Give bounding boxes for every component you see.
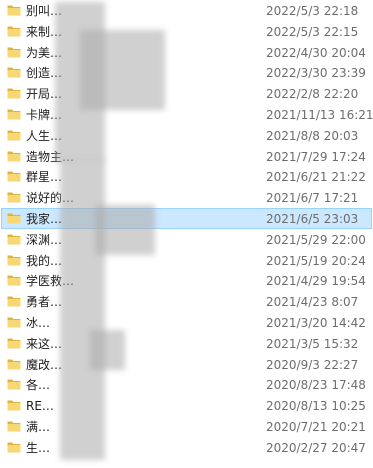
folder-icon (7, 212, 21, 224)
folder-icon (7, 274, 21, 286)
folder-icon (7, 378, 21, 390)
folder-icon (7, 108, 21, 120)
date-modified: 2021/3/20 14:42 (266, 315, 366, 330)
date-modified: 2020/9/3 22:27 (266, 357, 359, 372)
folder-name: 学医救… (26, 274, 75, 289)
folder-name: 造物主… (26, 149, 75, 164)
folder-name: 各… (26, 378, 51, 393)
folder-name: 冰… (26, 315, 51, 330)
folder-name: 别叫… (26, 4, 63, 18)
folder-icon (7, 295, 21, 307)
date-modified: 2021/5/29 22:00 (266, 232, 366, 247)
folder-row[interactable]: 我家… 2021/6/5 23:03 (1, 207, 372, 229)
folder-row[interactable]: 满… 2020/7/21 20:21 (1, 416, 372, 437)
folder-icon (7, 4, 21, 16)
folder-row[interactable]: 学医救… 2021/4/29 19:54 (1, 270, 372, 291)
date-modified: 2021/4/29 19:54 (266, 274, 366, 289)
date-modified: 2021/6/21 21:22 (266, 170, 366, 185)
folder-row[interactable]: 别叫… 2022/5/3 22:18 (1, 0, 372, 21)
folder-name: 开局… (26, 87, 63, 102)
folder-row[interactable]: RE… 2020/8/13 10:25 (1, 395, 372, 416)
folder-icon (7, 129, 21, 141)
folder-icon (7, 170, 21, 182)
folder-icon (7, 233, 21, 245)
folder-row[interactable]: 各… 2020/8/23 17:48 (1, 374, 372, 395)
date-modified: 2021/4/23 8:07 (266, 295, 359, 310)
folder-name: RE… (26, 399, 54, 414)
folder-name: 我家… (26, 211, 63, 226)
folder-name: 深渊… (26, 232, 63, 247)
folder-name: 说好的… (26, 191, 75, 206)
date-modified: 2022/3/30 23:39 (266, 66, 366, 81)
folder-row[interactable]: 冰… 2021/3/20 14:42 (1, 312, 372, 333)
date-modified: 2020/8/13 10:25 (266, 399, 366, 414)
folder-name: 生… (26, 440, 51, 455)
folder-row[interactable]: 生… 2020/2/27 20:47 (1, 437, 372, 458)
folder-row[interactable]: 开局… 2022/2/8 22:20 (1, 83, 372, 104)
folder-icon (7, 150, 21, 162)
folder-row[interactable]: 为美… 2022/4/30 20:04 (1, 42, 372, 63)
date-modified: 2022/5/3 22:15 (266, 24, 359, 39)
folder-icon (7, 191, 21, 203)
folder-icon (7, 358, 21, 370)
folder-name: 卡牌… (26, 107, 63, 122)
folder-name: 满… (26, 419, 51, 434)
folder-row[interactable]: 来制… 2022/5/3 22:15 (1, 21, 372, 42)
folder-row[interactable]: 魔改… 2020/9/3 22:27 (1, 354, 372, 375)
date-modified: 2021/5/19 20:24 (266, 253, 366, 268)
folder-icon (7, 66, 21, 78)
folder-row[interactable]: 来这… 2021/3/5 15:32 (1, 333, 372, 354)
folder-name: 人生… (26, 128, 63, 143)
date-modified: 2020/2/27 20:47 (266, 440, 366, 455)
folder-icon (7, 337, 21, 349)
folder-icon (7, 441, 21, 453)
folder-name: 魔改… (26, 357, 63, 372)
folder-row[interactable]: 造物主… 2021/7/29 17:24 (1, 146, 372, 167)
folder-row[interactable]: 卡牌… 2021/11/13 16:21 (1, 104, 373, 125)
date-modified: 2021/11/13 16:21 (266, 107, 373, 122)
date-modified: 2022/4/30 20:04 (266, 45, 366, 60)
folder-name: 为美… (26, 45, 63, 60)
folder-name: 勇者… (26, 295, 63, 310)
folder-icon (7, 420, 21, 432)
folder-row[interactable]: 创造… 2022/3/30 23:39 (1, 62, 372, 83)
folder-row[interactable]: 勇者… 2021/4/23 8:07 (1, 291, 372, 312)
folder-name: 来制… (26, 24, 63, 39)
file-list: 别叫… 2022/5/3 22:18 来制… 2022/5/3 22:15 为美… 202… (0, 0, 373, 468)
date-modified: 2020/7/21 20:21 (266, 419, 366, 434)
date-modified: 2021/3/5 15:32 (266, 336, 359, 351)
folder-icon (7, 25, 21, 37)
date-modified: 2021/7/29 17:24 (266, 149, 366, 164)
folder-row[interactable]: 人生… 2021/8/8 20:03 (1, 125, 372, 146)
folder-name: 来这… (26, 336, 63, 351)
folder-row[interactable]: 深渊… 2021/5/29 22:00 (1, 229, 372, 250)
folder-row[interactable]: 群星… 2021/6/21 21:22 (1, 166, 372, 187)
date-modified: 2020/8/23 17:48 (266, 378, 366, 393)
folder-name: 我的… (26, 253, 63, 268)
folder-name: 创造… (26, 66, 63, 81)
date-modified: 2021/6/7 17:21 (266, 191, 359, 206)
folder-icon (7, 399, 21, 411)
folder-icon (7, 87, 21, 99)
date-modified: 2021/8/8 20:03 (266, 128, 359, 143)
date-modified: 2022/5/3 22:18 (266, 4, 359, 18)
date-modified: 2022/2/8 22:20 (266, 87, 359, 102)
folder-icon (7, 46, 21, 58)
folder-row[interactable]: 我的… 2021/5/19 20:24 (1, 250, 372, 271)
folder-icon (7, 254, 21, 266)
folder-row[interactable]: 说好的… 2021/6/7 17:21 (1, 187, 372, 208)
folder-name: 群星… (26, 170, 63, 185)
date-modified: 2021/6/5 23:03 (266, 211, 359, 226)
folder-icon (7, 316, 21, 328)
